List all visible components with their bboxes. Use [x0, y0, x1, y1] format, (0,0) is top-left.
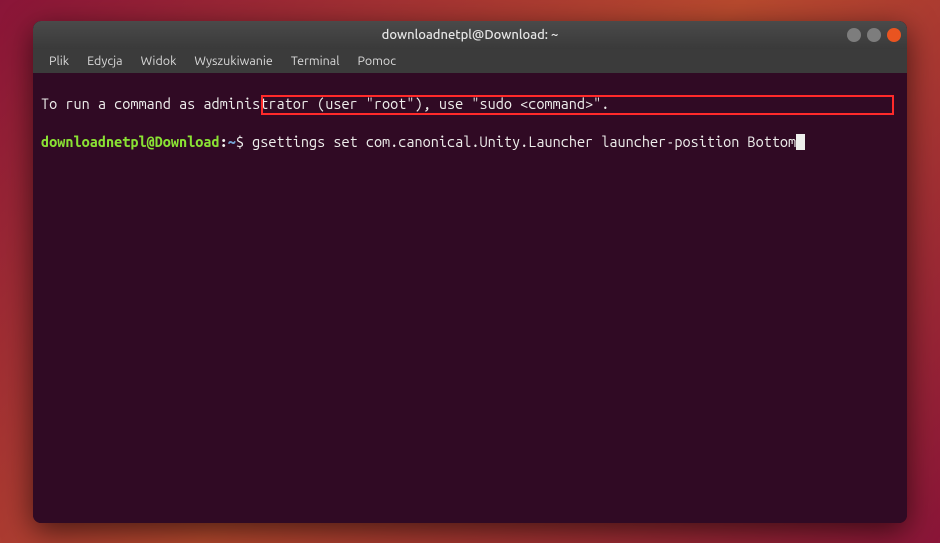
- titlebar: downloadnetpl@Download: ~: [33, 21, 907, 49]
- menu-terminal[interactable]: Terminal: [283, 52, 348, 70]
- menu-help[interactable]: Pomoc: [349, 52, 404, 70]
- terminal-body[interactable]: To run a command as administrator (user …: [33, 73, 907, 523]
- maximize-button[interactable]: [867, 28, 881, 42]
- menu-search[interactable]: Wyszukiwanie: [186, 52, 280, 70]
- prompt-path: ~: [228, 133, 236, 150]
- menu-file[interactable]: Plik: [41, 52, 77, 70]
- menubar: Plik Edycja Widok Wyszukiwanie Terminal …: [33, 49, 907, 73]
- prompt-symbol: $: [236, 133, 244, 150]
- window-title: downloadnetpl@Download: ~: [33, 28, 907, 42]
- command-input[interactable]: gsettings set com.canonical.Unity.Launch…: [252, 133, 796, 150]
- terminal-window: downloadnetpl@Download: ~ Plik Edycja Wi…: [33, 21, 907, 523]
- minimize-button[interactable]: [847, 28, 861, 42]
- prompt-separator: :: [220, 133, 228, 150]
- menu-edit[interactable]: Edycja: [79, 52, 131, 70]
- terminal-prompt-line: downloadnetpl@Download:~$ gsettings set …: [41, 133, 899, 152]
- close-button[interactable]: [887, 28, 901, 42]
- menu-view[interactable]: Widok: [133, 52, 185, 70]
- prompt-user-host: downloadnetpl@Download: [41, 133, 220, 150]
- window-controls: [847, 28, 901, 42]
- cursor-icon: [796, 134, 805, 150]
- terminal-output-line: To run a command as administrator (user …: [41, 95, 899, 114]
